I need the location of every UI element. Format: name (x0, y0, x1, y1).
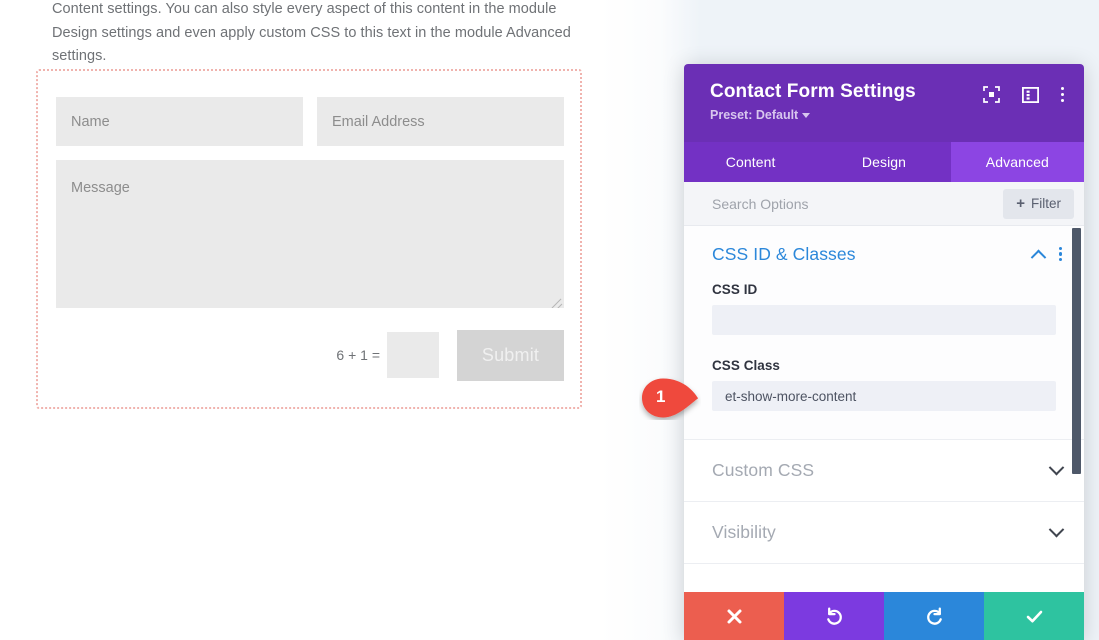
search-input[interactable] (712, 196, 1003, 212)
section-css-id-classes-icons (1033, 247, 1062, 262)
panel-header: Contact Form Settings Preset: Default (684, 64, 1084, 142)
css-id-input[interactable] (712, 305, 1056, 335)
filter-button[interactable]: + Filter (1003, 189, 1074, 219)
plus-icon: + (1016, 196, 1025, 211)
css-class-input[interactable] (712, 381, 1056, 411)
website-content-area: Content settings. You can also style eve… (0, 0, 640, 640)
captcha-answer-input[interactable] (387, 332, 439, 378)
css-class-label: CSS Class (712, 358, 1056, 373)
module-settings-panel: Contact Form Settings Preset: Default Co… (684, 64, 1084, 640)
close-button[interactable] (684, 592, 784, 640)
redo-arrow-icon (924, 606, 945, 627)
tab-advanced[interactable]: Advanced (951, 142, 1084, 182)
email-input[interactable]: Email Address (317, 97, 564, 146)
kebab-menu-icon[interactable] (1061, 87, 1064, 102)
section-css-id-classes: CSS ID & Classes CSS ID CSS Class (684, 226, 1084, 440)
section-css-id-classes-header[interactable]: CSS ID & Classes (684, 226, 1084, 282)
chevron-up-icon[interactable] (1031, 249, 1047, 265)
textarea-resize-handle[interactable] (549, 293, 563, 307)
message-placeholder-text: Message (71, 180, 130, 196)
panel-scrollbar[interactable] (1071, 226, 1082, 592)
panel-tabs: Content Design Advanced (684, 142, 1084, 182)
preset-label: Preset: Default (710, 108, 798, 122)
tab-content[interactable]: Content (684, 142, 817, 182)
section-custom-css-header[interactable]: Custom CSS (684, 440, 1084, 501)
save-button[interactable] (984, 592, 1084, 640)
captcha-row: 6 + 1 = Submit (56, 324, 564, 386)
field-group-css-class: CSS Class (684, 358, 1084, 411)
section-custom-css: Custom CSS (684, 440, 1084, 502)
preset-dropdown[interactable]: Preset: Default (710, 108, 810, 122)
layout-columns-icon[interactable] (1022, 87, 1039, 103)
section-css-id-classes-title: CSS ID & Classes (712, 244, 1033, 265)
undo-button[interactable] (784, 592, 884, 640)
field-group-css-id: CSS ID (684, 282, 1084, 335)
intro-paragraph: Content settings. You can also style eve… (52, 0, 572, 69)
expand-icon[interactable] (983, 86, 1000, 103)
search-row: + Filter (684, 182, 1084, 226)
section-visibility-header[interactable]: Visibility (684, 502, 1084, 563)
chevron-down-icon[interactable] (1049, 460, 1065, 476)
tab-design[interactable]: Design (817, 142, 950, 182)
panel-footer (684, 592, 1084, 640)
name-input[interactable]: Name (56, 97, 303, 146)
section-kebab-menu-icon[interactable] (1059, 247, 1062, 262)
section-custom-css-title: Custom CSS (712, 460, 1051, 481)
undo-arrow-icon (824, 606, 845, 627)
x-icon (725, 607, 744, 626)
panel-scrollbar-thumb[interactable] (1072, 228, 1081, 474)
checkmark-icon (1024, 606, 1045, 627)
section-visibility-title: Visibility (712, 522, 1051, 543)
filter-button-label: Filter (1031, 196, 1061, 211)
css-id-label: CSS ID (712, 282, 1056, 297)
chevron-down-icon[interactable] (1049, 522, 1065, 538)
section-visibility: Visibility (684, 502, 1084, 564)
contact-form-module-outline[interactable]: Name Email Address Message 6 + 1 = Submi… (36, 69, 582, 409)
panel-header-icons (983, 86, 1064, 103)
submit-button[interactable]: Submit (457, 330, 564, 381)
redo-button[interactable] (884, 592, 984, 640)
captcha-question-label: 6 + 1 = (336, 347, 380, 363)
chevron-down-icon (802, 113, 810, 118)
message-textarea[interactable]: Message (56, 160, 564, 308)
panel-body: CSS ID & Classes CSS ID CSS Class (684, 226, 1084, 592)
